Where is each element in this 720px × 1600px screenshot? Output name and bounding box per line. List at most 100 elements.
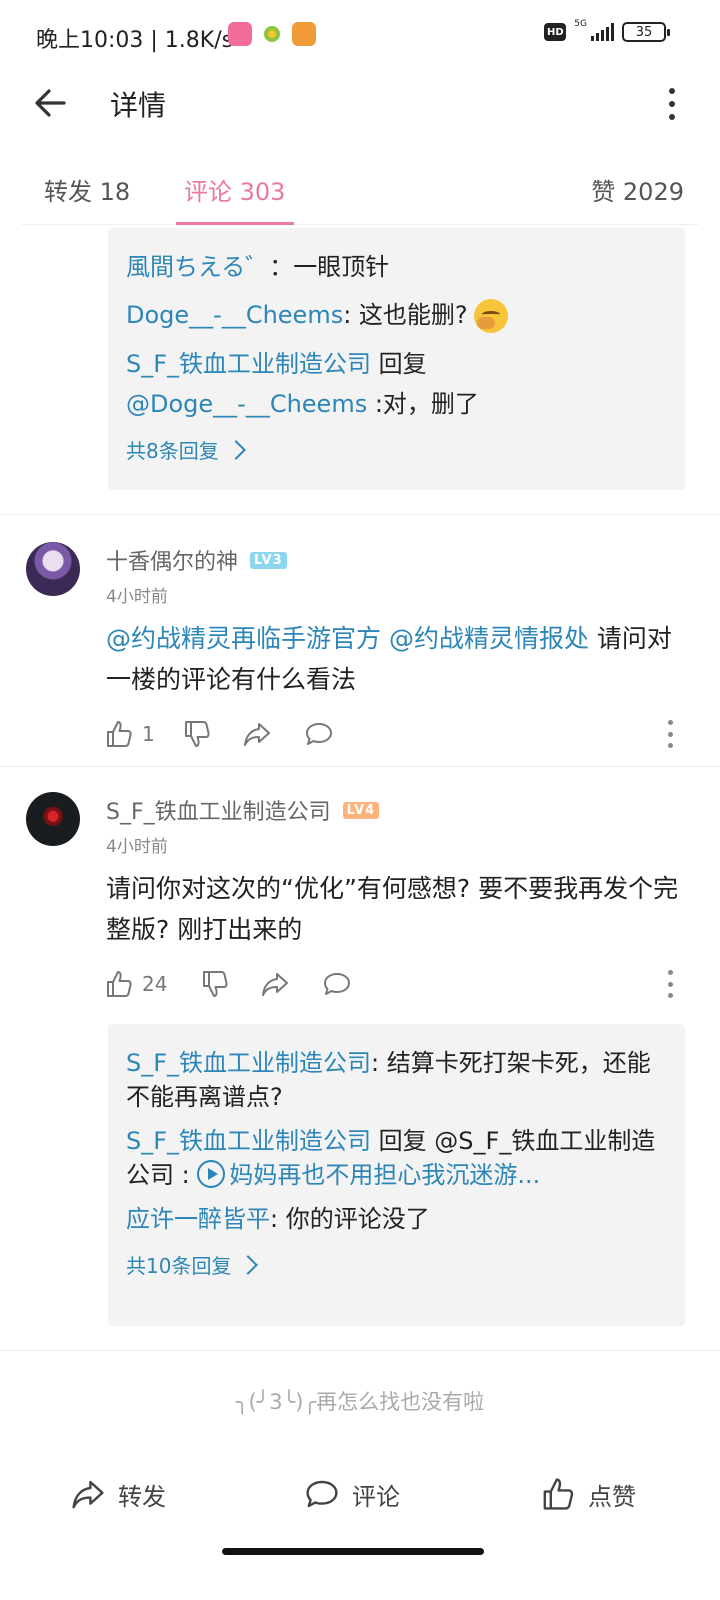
dislike-button[interactable] [182,716,212,752]
active-tab-indicator [176,222,294,225]
reply-preview-box[interactable]: 風間ちえる゛：一眼顶针 Doge__-__Cheems: 这也能删? S_F_铁… [108,228,685,490]
reply-username[interactable]: 風間ちえる゛ [126,253,269,281]
status-time: 晚上10:03 | 1.8K/s [36,28,234,53]
reply-username[interactable]: S_F_铁血工业制造公司 [126,1049,371,1077]
status-bar: 晚上10:03 | 1.8K/s HD 5G 35 [0,0,720,70]
page-title: 详情 [110,89,167,122]
reply-line: 应许一醉皆平: 你的评论没了 [126,1202,667,1236]
status-right: HD 5G 35 [544,19,670,42]
comment-username-row: S_F_铁血工业制造公司 LV4 [106,794,380,826]
reply-username[interactable]: S_F_铁血工业制造公司 [126,1127,371,1155]
bilibili-notification-icon [228,22,252,46]
thumbs-up-icon [543,1478,574,1510]
reply-button[interactable] [304,716,334,752]
battery-icon: 35 [622,22,670,42]
divider [0,1350,720,1351]
chevron-right-icon [225,439,246,460]
thumbs-up-icon [107,971,132,997]
reply-button[interactable] [322,966,352,1002]
like-count: 24 [142,972,168,996]
thumbs-down-icon [203,971,228,997]
tab-like[interactable]: 赞 2029 [591,172,684,207]
reply-line: S_F_铁血工业制造公司 回复 @S_F_铁血工业制造公司 : 妈妈再也不用担心… [126,1124,667,1192]
reply-username[interactable]: Doge__-__Cheems [126,301,343,329]
comment-text: @约战精灵再临手游官方 @约战精灵情报处 请问对一楼的评论有什么看法 [106,618,691,700]
comment-more-button[interactable] [666,720,674,748]
mention-link[interactable]: @Doge__-__Cheems [126,390,367,418]
app-notification-icon [260,22,284,46]
comment-label: 评论 [352,1482,400,1511]
share-icon [72,1480,104,1509]
view-more-replies-button[interactable]: 共10条回复 [126,1250,667,1279]
forward-button[interactable]: 转发 [70,1476,166,1512]
comment-time: 4小时前 [106,837,168,857]
level-badge: LV4 [342,801,380,819]
like-count: 1 [142,722,155,746]
reply-line: 風間ちえる゛：一眼顶针 [126,250,667,284]
reply-text: 回复 [371,350,427,378]
emoji-icon [473,299,508,333]
tab-forward[interactable]: 转发 18 [44,172,130,207]
chevron-right-icon [238,1254,259,1275]
more-replies-label: 共8条回复 [126,439,219,463]
dislike-button[interactable] [200,966,230,1002]
comment-username[interactable]: S_F_铁血工业制造公司 [106,794,331,826]
reply-line: S_F_铁血工业制造公司: 结算卡死打架卡死，还能不能再离谱点? [126,1046,667,1114]
hd-icon: HD [544,23,567,41]
end-of-list-text: ╮(╯3╰)╭再怎么找也没有啦 [235,1390,485,1414]
video-link[interactable]: 妈妈再也不用担心我沉迷游... [229,1161,540,1189]
battery-level: 35 [635,24,653,40]
thumbs-down-icon [185,721,210,747]
comment-text: 请问你对这次的“优化”有何感想? 要不要我再发个完整版? 刚打出来的 [106,874,679,944]
like-button[interactable]: 24 [104,966,167,1002]
forward-label: 转发 [118,1482,166,1511]
tab-comment[interactable]: 评论 303 [184,172,285,207]
reply-preview-box[interactable]: S_F_铁血工业制造公司: 结算卡死打架卡死，还能不能再离谱点? S_F_铁血工… [108,1024,685,1326]
comment-more-button[interactable] [666,970,674,998]
tabs: 转发 18 评论 303 赞 2029 [22,150,698,225]
reply-line: S_F_铁血工业制造公司 回复 [126,347,667,381]
comment-button[interactable]: 评论 [304,1476,400,1512]
share-button[interactable] [260,966,290,1002]
comment-icon [306,723,332,745]
play-circle-icon [197,1160,226,1188]
header: 详情 [0,70,720,136]
reply-text: : 你的评论没了 [270,1205,430,1233]
app-notification-icon-2 [292,22,316,46]
level-badge: LV3 [250,551,287,569]
thumbs-up-icon [107,721,132,747]
bottom-action-bar: 转发 评论 点赞 [0,1462,720,1532]
more-options-button[interactable] [662,86,682,122]
comment-actions: 24 [104,966,684,1002]
back-button[interactable] [30,82,72,124]
network-label: 5G [574,19,587,29]
home-indicator[interactable] [222,1548,484,1555]
comment-actions: 1 [104,716,684,752]
like-button[interactable]: 1 [104,716,155,752]
reply-line: @Doge__-__Cheems :对，删了 [126,387,667,421]
reply-username[interactable]: S_F_铁血工业制造公司 [126,350,371,378]
avatar[interactable] [26,792,80,846]
comment-icon [306,1480,338,1508]
view-more-replies-button[interactable]: 共8条回复 [126,435,667,464]
divider [0,514,720,515]
signal-icon [591,23,614,41]
comment-username[interactable]: 十香偶尔的神 [106,544,238,576]
share-icon [262,973,288,996]
reply-text: : 这也能删? [343,301,468,329]
mention-link[interactable]: @约战精灵再临手游官方 [106,624,381,653]
divider [0,766,720,767]
share-icon [244,723,270,746]
mention-link[interactable]: @约战精灵情报处 [389,624,589,653]
arrow-left-icon [35,89,66,117]
like-post-button[interactable]: 点赞 [540,1476,636,1512]
comment-username-row: 十香偶尔的神 LV3 [106,544,287,576]
like-label: 点赞 [588,1482,636,1511]
reply-text: ：一眼顶针 [269,253,390,281]
reply-text: :对，删了 [367,390,479,418]
avatar[interactable] [26,542,80,596]
reply-username[interactable]: 应许一醉皆平 [126,1205,270,1233]
more-replies-label: 共10条回复 [126,1254,232,1278]
comment-time: 4小时前 [106,587,168,607]
share-button[interactable] [242,716,272,752]
